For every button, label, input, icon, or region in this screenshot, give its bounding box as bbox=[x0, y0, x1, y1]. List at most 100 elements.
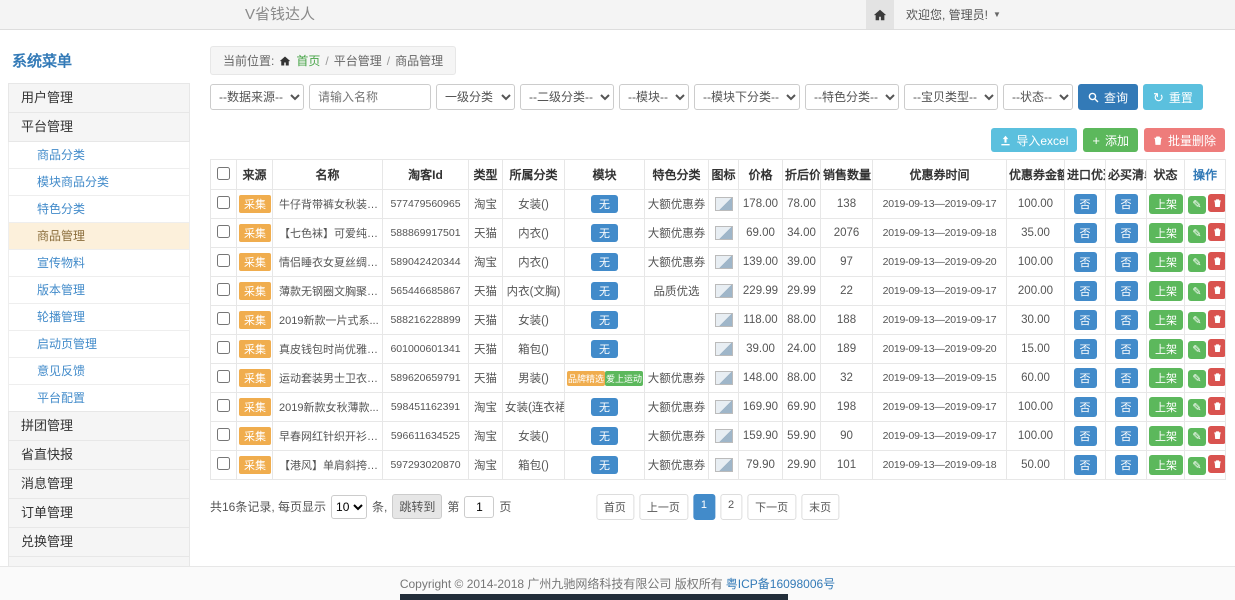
mustbuy-toggle[interactable]: 否 bbox=[1115, 194, 1138, 214]
row-checkbox[interactable] bbox=[217, 312, 230, 325]
status-toggle[interactable]: 上架 bbox=[1149, 426, 1183, 446]
edit-button[interactable]: ✎ bbox=[1188, 399, 1206, 417]
mustbuy-toggle[interactable]: 否 bbox=[1115, 397, 1138, 417]
edit-button[interactable]: ✎ bbox=[1188, 312, 1206, 330]
row-checkbox[interactable] bbox=[217, 457, 230, 470]
filter-select-4[interactable]: --模块-- bbox=[619, 84, 689, 110]
import-toggle[interactable]: 否 bbox=[1074, 281, 1097, 301]
delete-button[interactable] bbox=[1208, 252, 1226, 270]
mustbuy-toggle[interactable]: 否 bbox=[1115, 281, 1138, 301]
filter-select-8[interactable]: --状态-- bbox=[1003, 84, 1073, 110]
delete-button[interactable] bbox=[1208, 368, 1226, 386]
row-checkbox[interactable] bbox=[217, 225, 230, 238]
status-toggle[interactable]: 上架 bbox=[1149, 281, 1183, 301]
horizontal-scrollbar-thumb[interactable] bbox=[400, 594, 788, 600]
sidebar-item[interactable]: 版本管理 bbox=[8, 277, 190, 304]
mustbuy-toggle[interactable]: 否 bbox=[1115, 455, 1138, 475]
mustbuy-toggle[interactable]: 否 bbox=[1115, 252, 1138, 272]
row-checkbox[interactable] bbox=[217, 341, 230, 354]
mustbuy-toggle[interactable]: 否 bbox=[1115, 339, 1138, 359]
pager-button-2[interactable]: 上一页 bbox=[639, 494, 688, 520]
edit-button[interactable]: ✎ bbox=[1188, 428, 1206, 446]
icp-link[interactable]: 粤ICP备16098006号 bbox=[726, 575, 835, 592]
jump-page-input[interactable] bbox=[464, 496, 494, 518]
breadcrumb-home-link[interactable]: 首页 bbox=[296, 52, 320, 69]
status-toggle[interactable]: 上架 bbox=[1149, 310, 1183, 330]
pager-button-5[interactable]: 下一页 bbox=[747, 494, 796, 520]
sidebar-item[interactable]: 启动页管理 bbox=[8, 331, 190, 358]
sidebar-group-4[interactable]: 省直快报 bbox=[8, 440, 190, 470]
sidebar-item[interactable]: 商品分类 bbox=[8, 142, 190, 169]
home-button[interactable] bbox=[866, 0, 894, 29]
sidebar-group-1[interactable]: 用户管理 bbox=[8, 83, 190, 113]
filter-select-0[interactable]: --数据来源-- bbox=[210, 84, 304, 110]
sidebar-item[interactable]: 平台配置 bbox=[8, 385, 190, 412]
edit-button[interactable]: ✎ bbox=[1188, 341, 1206, 359]
row-checkbox[interactable] bbox=[217, 399, 230, 412]
edit-button[interactable]: ✎ bbox=[1188, 370, 1206, 388]
filter-select-2[interactable]: 一级分类 bbox=[436, 84, 515, 110]
select-all-checkbox[interactable] bbox=[217, 167, 230, 180]
status-toggle[interactable]: 上架 bbox=[1149, 252, 1183, 272]
page-size-select[interactable]: 10 bbox=[331, 495, 367, 519]
status-toggle[interactable]: 上架 bbox=[1149, 339, 1183, 359]
filter-select-7[interactable]: --宝贝类型-- bbox=[904, 84, 998, 110]
mustbuy-toggle[interactable]: 否 bbox=[1115, 310, 1138, 330]
batch-delete-button[interactable]: 批量删除 bbox=[1144, 128, 1225, 152]
filter-select-5[interactable]: --模块下分类-- bbox=[694, 84, 800, 110]
sidebar-item[interactable]: 轮播管理 bbox=[8, 304, 190, 331]
delete-button[interactable] bbox=[1208, 426, 1226, 444]
import-toggle[interactable]: 否 bbox=[1074, 339, 1097, 359]
sidebar-item[interactable]: 商品管理 bbox=[8, 223, 190, 250]
jump-button[interactable]: 跳转到 bbox=[392, 494, 442, 519]
pager-button-4[interactable]: 2 bbox=[720, 494, 742, 520]
sidebar-group-5[interactable]: 消息管理 bbox=[8, 469, 190, 499]
sidebar-group-6[interactable]: 订单管理 bbox=[8, 498, 190, 528]
import-toggle[interactable]: 否 bbox=[1074, 252, 1097, 272]
sidebar-group-2[interactable]: 平台管理 bbox=[8, 112, 190, 142]
mustbuy-toggle[interactable]: 否 bbox=[1115, 368, 1138, 388]
sidebar-item[interactable]: 模块商品分类 bbox=[8, 169, 190, 196]
row-checkbox[interactable] bbox=[217, 283, 230, 296]
mustbuy-toggle[interactable]: 否 bbox=[1115, 426, 1138, 446]
import-toggle[interactable]: 否 bbox=[1074, 223, 1097, 243]
delete-button[interactable] bbox=[1208, 339, 1226, 357]
row-checkbox[interactable] bbox=[217, 196, 230, 209]
sidebar-group-7[interactable]: 兑换管理 bbox=[8, 527, 190, 557]
import-toggle[interactable]: 否 bbox=[1074, 368, 1097, 388]
status-toggle[interactable]: 上架 bbox=[1149, 368, 1183, 388]
edit-button[interactable]: ✎ bbox=[1188, 225, 1206, 243]
row-checkbox[interactable] bbox=[217, 428, 230, 441]
status-toggle[interactable]: 上架 bbox=[1149, 397, 1183, 417]
import-toggle[interactable]: 否 bbox=[1074, 310, 1097, 330]
edit-button[interactable]: ✎ bbox=[1188, 457, 1206, 475]
delete-button[interactable] bbox=[1208, 310, 1226, 328]
import-excel-button[interactable]: 导入excel bbox=[991, 128, 1077, 152]
pager-button-3[interactable]: 1 bbox=[693, 494, 715, 520]
search-button[interactable]: 查询 bbox=[1078, 84, 1138, 110]
mustbuy-toggle[interactable]: 否 bbox=[1115, 223, 1138, 243]
delete-button[interactable] bbox=[1208, 281, 1226, 299]
sidebar-item[interactable]: 特色分类 bbox=[8, 196, 190, 223]
import-toggle[interactable]: 否 bbox=[1074, 194, 1097, 214]
row-checkbox[interactable] bbox=[217, 254, 230, 267]
filter-select-6[interactable]: --特色分类-- bbox=[805, 84, 899, 110]
filter-select-3[interactable]: --二级分类-- bbox=[520, 84, 614, 110]
add-button[interactable]: + 添加 bbox=[1083, 128, 1138, 152]
delete-button[interactable] bbox=[1208, 397, 1226, 415]
row-checkbox[interactable] bbox=[217, 370, 230, 383]
edit-button[interactable]: ✎ bbox=[1188, 254, 1206, 272]
status-toggle[interactable]: 上架 bbox=[1149, 194, 1183, 214]
sidebar-group-3[interactable]: 拼团管理 bbox=[8, 411, 190, 441]
sidebar-group-partial[interactable] bbox=[8, 556, 190, 566]
delete-button[interactable] bbox=[1208, 455, 1226, 473]
status-toggle[interactable]: 上架 bbox=[1149, 223, 1183, 243]
sidebar-item[interactable]: 意见反馈 bbox=[8, 358, 190, 385]
sidebar-item[interactable]: 宣传物料 bbox=[8, 250, 190, 277]
user-menu[interactable]: 欢迎您, 管理员! ▼ bbox=[906, 6, 1001, 23]
delete-button[interactable] bbox=[1208, 223, 1226, 241]
pager-button-6[interactable]: 末页 bbox=[801, 494, 839, 520]
import-toggle[interactable]: 否 bbox=[1074, 455, 1097, 475]
import-toggle[interactable]: 否 bbox=[1074, 397, 1097, 417]
edit-button[interactable]: ✎ bbox=[1188, 283, 1206, 301]
